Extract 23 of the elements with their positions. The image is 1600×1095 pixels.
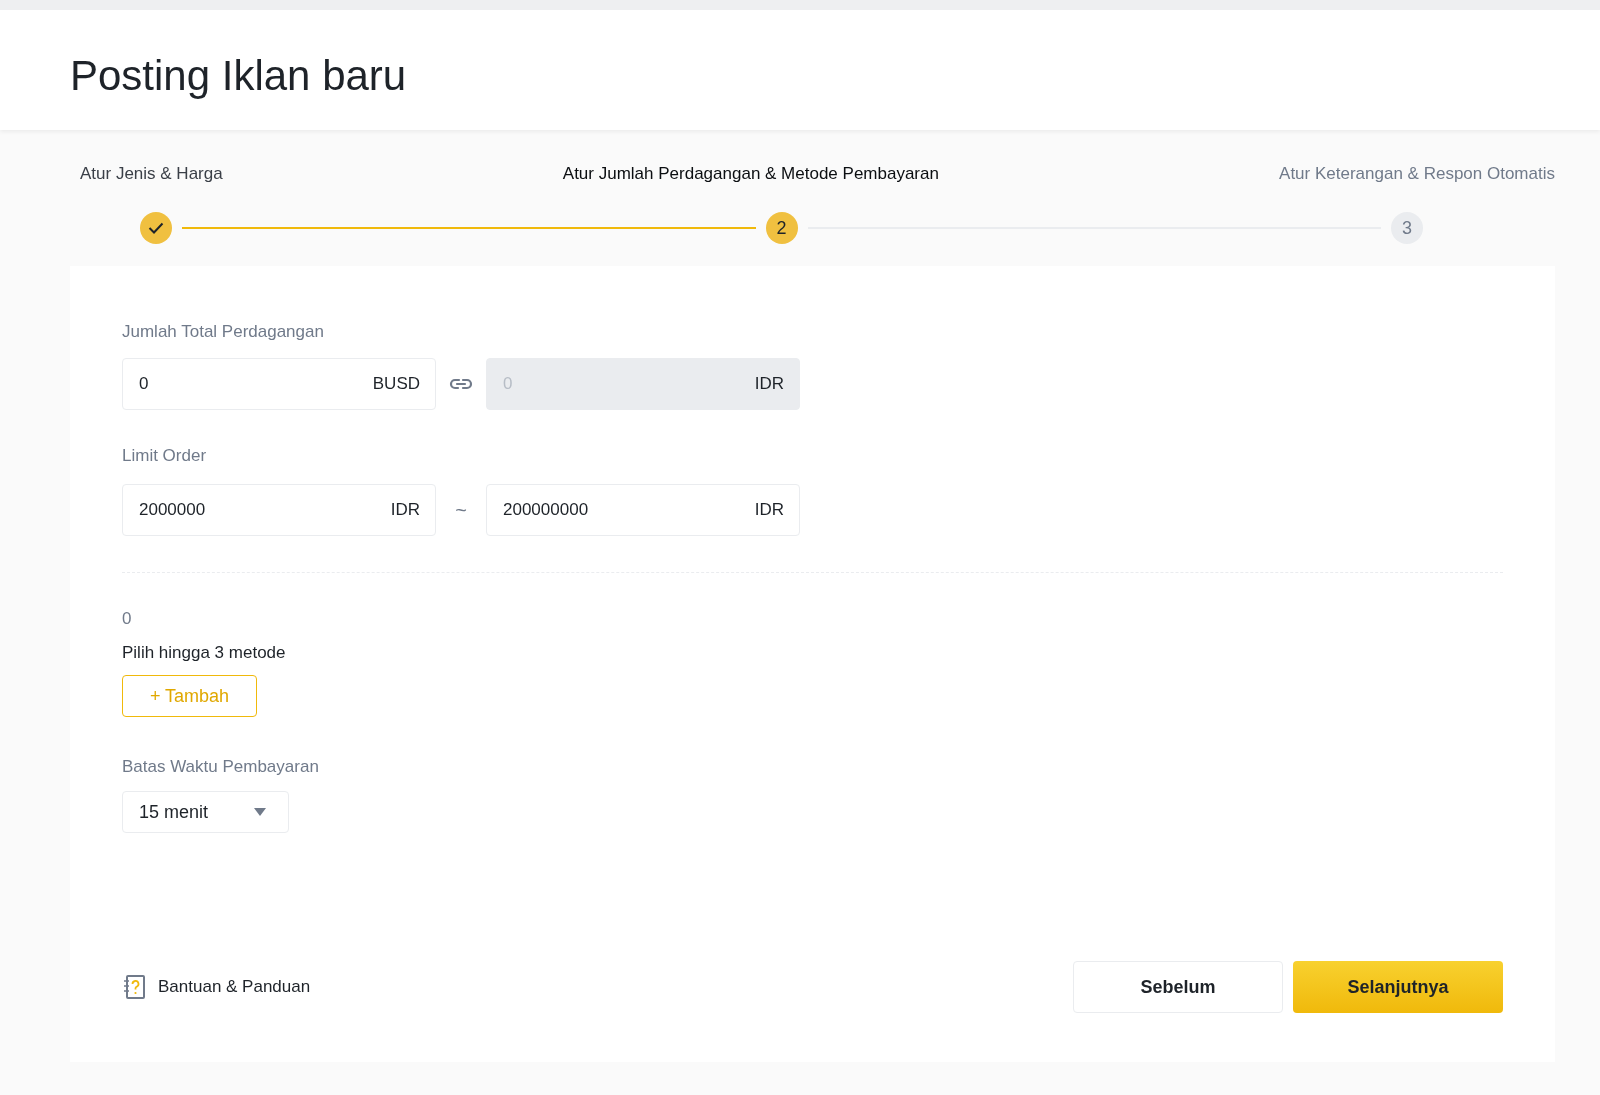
field-label: Limit Order: [122, 446, 207, 466]
field-label: Jumlah Total Perdagangan: [122, 322, 324, 342]
help-book-icon: [122, 974, 146, 1000]
field-label: Batas Waktu Pembayaran: [122, 757, 319, 777]
range-separator: ~: [454, 498, 468, 522]
method-hint: Pilih hingga 3 metode: [122, 643, 286, 663]
unit-label: IDR: [390, 500, 420, 520]
previous-button[interactable]: Sebelum: [1073, 961, 1283, 1013]
step-label: Atur Jumlah Perdagangan & Metode Pembayaran: [562, 164, 939, 184]
step-number: 2: [765, 212, 798, 244]
step-label: Atur Jenis & Harga: [80, 164, 223, 184]
next-button[interactable]: Selanjutnya: [1293, 961, 1503, 1013]
help-link[interactable]: Bantuan & Panduan: [158, 977, 311, 997]
unit-label: IDR: [754, 374, 784, 394]
unit-label: IDR: [754, 500, 784, 520]
step-number: 3: [1391, 212, 1423, 244]
caret-icon: [254, 808, 266, 816]
page-title: Posting Iklan baru: [70, 51, 407, 100]
unit-label: BUSD: [372, 374, 420, 394]
time-limit-dropdown[interactable]: 15 menit: [122, 791, 289, 833]
method-count: 0: [122, 609, 132, 629]
link-icon: [449, 377, 473, 391]
step-label: Atur Keterangan & Respon Otomatis: [1279, 164, 1555, 184]
